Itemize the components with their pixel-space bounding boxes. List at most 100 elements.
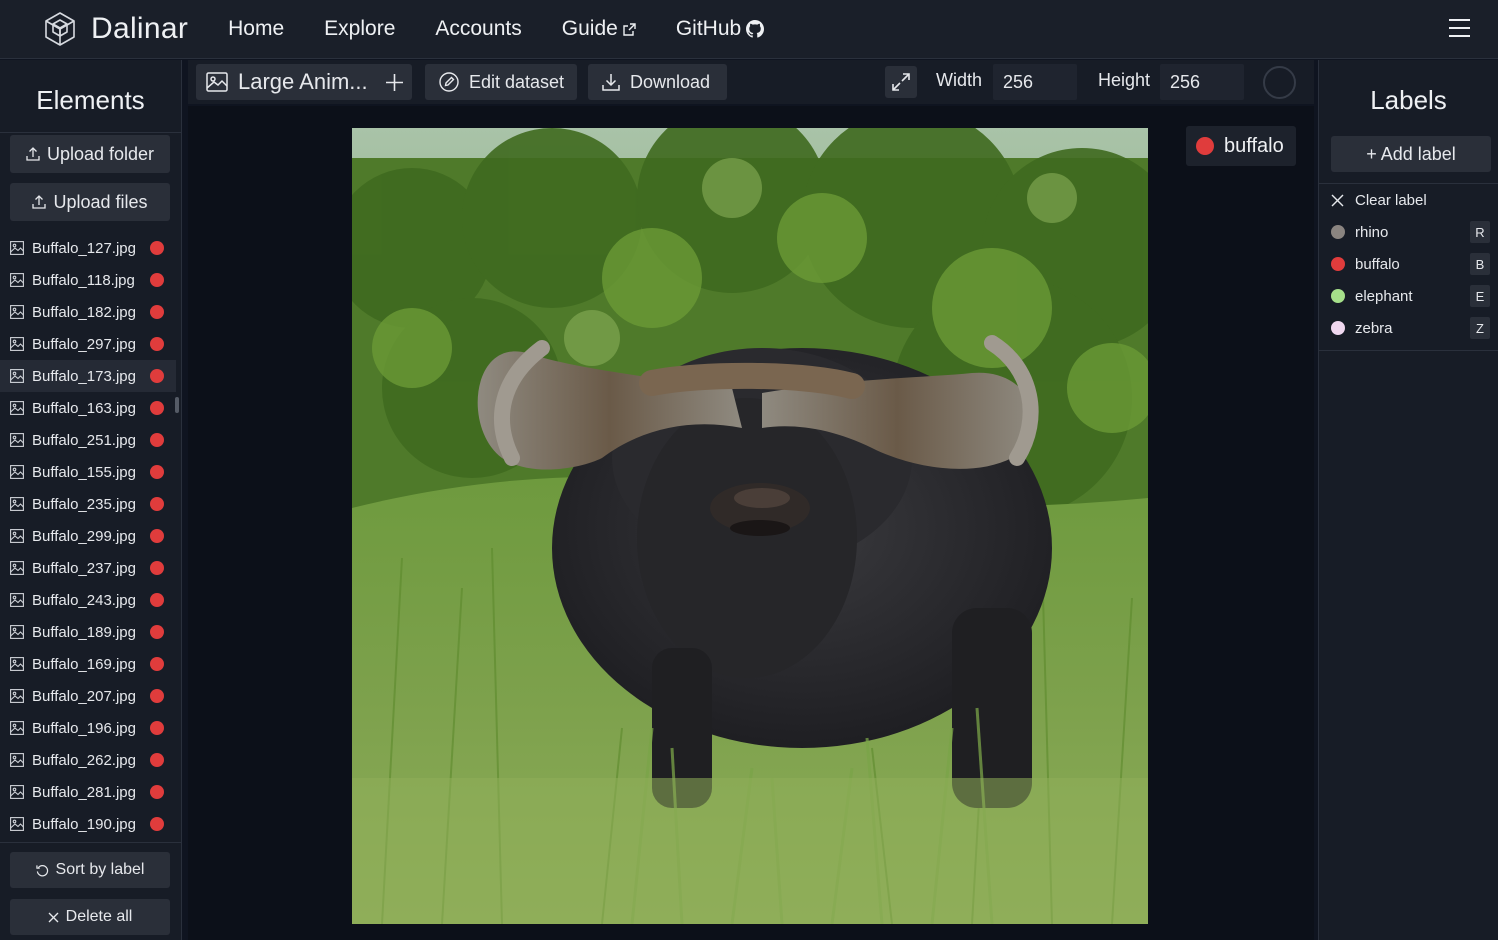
edit-icon [439, 72, 459, 92]
file-list-item[interactable]: Buffalo_169.jpg [0, 648, 176, 680]
file-name: Buffalo_251.jpg [32, 431, 136, 449]
width-input[interactable] [993, 64, 1077, 100]
image-file-icon [10, 817, 24, 831]
clear-label-button[interactable]: Clear label [1319, 184, 1498, 216]
label-color-dot [150, 305, 164, 319]
file-list-item[interactable]: Buffalo_182.jpg [0, 296, 176, 328]
image-file-icon [10, 337, 24, 351]
label-color-dot [150, 625, 164, 639]
file-name: Buffalo_299.jpg [32, 527, 136, 545]
image-file-icon [10, 689, 24, 703]
upload-folder-button[interactable]: Upload folder [10, 135, 170, 173]
close-icon [48, 912, 59, 922]
file-list-item[interactable]: Buffalo_155.jpg [0, 456, 176, 488]
file-list-item[interactable]: Buffalo_118.jpg [0, 264, 176, 296]
file-name: Buffalo_207.jpg [32, 687, 136, 705]
nav-accounts[interactable]: Accounts [435, 17, 521, 41]
top-navbar: Dalinar Home Explore Accounts Guide GitH… [0, 0, 1498, 59]
image-file-icon [10, 785, 24, 799]
file-list-item[interactable]: Buffalo_173.jpg [0, 360, 176, 392]
image-file-icon [10, 657, 24, 671]
file-name: Buffalo_163.jpg [32, 399, 136, 417]
hotkey-badge: R [1470, 221, 1490, 243]
nav-github[interactable]: GitHub [676, 17, 765, 41]
file-list-item[interactable]: Buffalo_189.jpg [0, 616, 176, 648]
image-file-icon [10, 497, 24, 511]
fullscreen-button[interactable] [885, 66, 917, 98]
nav-links: Home Explore Accounts Guide GitHub [228, 17, 804, 41]
file-name: Buffalo_169.jpg [32, 655, 136, 673]
file-list-item[interactable]: Buffalo_207.jpg [0, 680, 176, 712]
label-item-buffalo[interactable]: buffalo B [1319, 248, 1498, 280]
dataset-selector[interactable]: Large Anim... [196, 64, 412, 100]
file-name: Buffalo_243.jpg [32, 591, 136, 609]
image-file-icon [10, 433, 24, 447]
image-canvas: buffalo [188, 106, 1314, 940]
delete-all-button[interactable]: Delete all [10, 899, 170, 935]
file-list-item[interactable]: Buffalo_299.jpg [0, 520, 176, 552]
file-list-item[interactable]: Buffalo_235.jpg [0, 488, 176, 520]
brand-name: Dalinar [91, 12, 189, 45]
label-color-dot [150, 593, 164, 607]
divider [0, 842, 182, 843]
file-list-item[interactable]: Buffalo_297.jpg [0, 328, 176, 360]
image-file-icon [10, 561, 24, 575]
divider [0, 132, 181, 133]
height-label: Height [1098, 70, 1151, 90]
label-item-rhino[interactable]: rhino R [1319, 216, 1498, 248]
file-list-item[interactable]: Buffalo_163.jpg [0, 392, 176, 424]
nav-explore[interactable]: Explore [324, 17, 395, 41]
label-color-dot [1331, 225, 1345, 239]
label-color-dot [150, 433, 164, 447]
close-icon [1331, 194, 1344, 206]
nav-guide[interactable]: Guide [562, 17, 636, 41]
file-list-item[interactable]: Buffalo_243.jpg [0, 584, 176, 616]
download-button[interactable]: Download [588, 64, 727, 100]
upload-icon [26, 147, 40, 161]
file-list-item[interactable]: Buffalo_281.jpg [0, 776, 176, 808]
file-list-item[interactable]: Buffalo_196.jpg [0, 712, 176, 744]
label-item-zebra[interactable]: zebra Z [1319, 312, 1498, 344]
label-color-dot [150, 753, 164, 767]
label-color-dot [150, 529, 164, 543]
file-name: Buffalo_196.jpg [32, 719, 136, 737]
label-color-dot [150, 273, 164, 287]
file-list-item[interactable]: Buffalo_190.jpg [0, 808, 176, 840]
file-name: Buffalo_190.jpg [32, 815, 136, 833]
file-name: Buffalo_281.jpg [32, 783, 136, 801]
image-file-icon [10, 753, 24, 767]
brand[interactable]: Dalinar [42, 11, 188, 47]
label-item-elephant[interactable]: elephant E [1319, 280, 1498, 312]
nav-home[interactable]: Home [228, 17, 284, 41]
image-file-icon [10, 241, 24, 255]
hamburger-menu-icon[interactable] [1449, 19, 1470, 39]
file-list-item[interactable]: Buffalo_251.jpg [0, 424, 176, 456]
add-label-button[interactable]: + Add label [1331, 136, 1491, 172]
plus-icon[interactable] [386, 74, 403, 91]
label-name: buffalo [1355, 255, 1400, 273]
label-color-dot [150, 465, 164, 479]
edit-dataset-button[interactable]: Edit dataset [425, 64, 577, 100]
label-name: elephant [1355, 287, 1413, 305]
cube-logo-icon [45, 12, 75, 46]
file-name: Buffalo_155.jpg [32, 463, 136, 481]
file-name: Buffalo_235.jpg [32, 495, 136, 513]
file-list-item[interactable]: Buffalo_237.jpg [0, 552, 176, 584]
label-color-dot [1331, 257, 1345, 271]
label-color-dot [150, 689, 164, 703]
sort-by-label-button[interactable]: Sort by label [10, 852, 170, 888]
file-name: Buffalo_182.jpg [32, 303, 136, 321]
buffalo-photo [352, 128, 1148, 924]
image-file-icon [10, 305, 24, 319]
file-list-scrollbar[interactable] [175, 397, 179, 413]
height-input[interactable] [1160, 64, 1244, 100]
file-name: Buffalo_118.jpg [32, 271, 135, 289]
upload-files-button[interactable]: Upload files [10, 183, 170, 221]
file-list-item[interactable]: Buffalo_127.jpg [0, 232, 176, 264]
loading-spinner-icon [1263, 66, 1296, 99]
file-list: Buffalo_127.jpg Buffalo_118.jpg Buffalo_18… [0, 232, 176, 840]
file-name: Buffalo_262.jpg [32, 751, 136, 769]
elements-title: Elements [36, 85, 145, 115]
file-list-item[interactable]: Buffalo_262.jpg [0, 744, 176, 776]
image-file-icon [10, 529, 24, 543]
